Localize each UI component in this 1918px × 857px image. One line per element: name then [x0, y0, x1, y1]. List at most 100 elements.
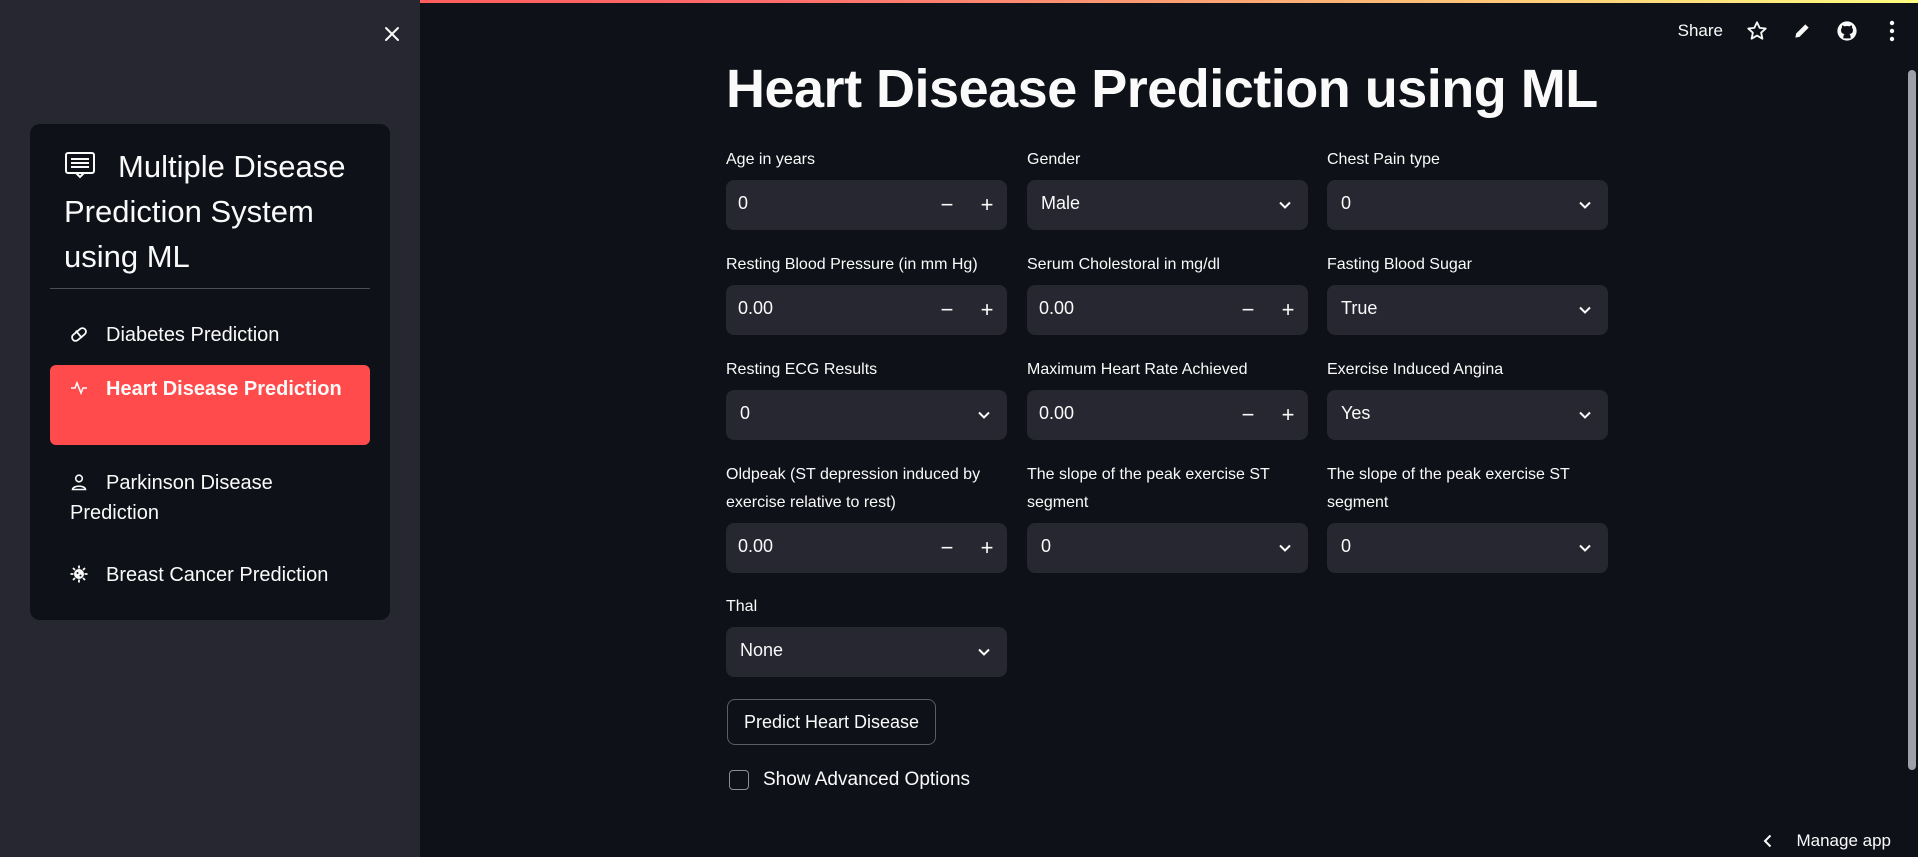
field-label: The slope of the peak exercise ST segmen… [1327, 466, 1570, 511]
field-label: Gender [1027, 151, 1081, 168]
scrollbar[interactable] [1908, 70, 1916, 770]
slope-field-2: The slope of the peak exercise ST segmen… [1327, 461, 1608, 573]
sidebar-item-diabetes[interactable]: Diabetes Prediction [50, 315, 370, 355]
chevron-down-icon [1579, 411, 1591, 419]
field-label: Age in years [726, 151, 815, 168]
menu-title: Multiple Disease Prediction System using… [64, 144, 364, 279]
chest-pain-select[interactable]: 0 [1327, 180, 1608, 230]
star-icon[interactable] [1745, 19, 1769, 43]
advanced-options-checkbox[interactable]: Show Advanced Options [729, 769, 970, 791]
field-label: Resting Blood Pressure (in mm Hg) [726, 256, 978, 273]
field-label: Thal [726, 598, 758, 615]
option-menu: Multiple Disease Prediction System using… [30, 124, 390, 620]
field-label: Maximum Heart Rate Achieved [1027, 361, 1248, 378]
select-value: 0 [1341, 536, 1352, 556]
oldpeak-field: Oldpeak (ST depression induced by exerci… [726, 461, 1007, 573]
field-label: Resting ECG Results [726, 361, 878, 378]
input-value[interactable]: 0.00 [738, 536, 773, 557]
decrement-button[interactable]: − [927, 523, 967, 573]
gender-field: Gender Male [1027, 146, 1308, 230]
select-value: Male [1041, 193, 1081, 213]
menu-title-text: Multiple Disease Prediction System using… [64, 149, 346, 274]
increment-button[interactable]: + [967, 180, 1007, 230]
manage-app-button[interactable]: Manage app [1760, 831, 1891, 851]
select-value: Yes [1341, 403, 1371, 423]
edit-pencil-icon[interactable] [1790, 19, 1814, 43]
gender-select[interactable]: Male [1027, 180, 1308, 230]
chevron-down-icon [1579, 544, 1591, 552]
page-title: Heart Disease Prediction using ML [726, 59, 1598, 119]
ecg-select[interactable]: 0 [726, 390, 1007, 440]
chevron-down-icon [978, 648, 990, 656]
field-label: The slope of the peak exercise ST segmen… [1027, 466, 1270, 511]
decrement-button[interactable]: − [927, 180, 967, 230]
chevron-down-icon [1279, 201, 1291, 209]
manage-app-label: Manage app [1796, 831, 1891, 850]
field-label: Chest Pain type [1327, 151, 1440, 168]
chest-pain-field: Chest Pain type 0 [1327, 146, 1608, 230]
decrement-button[interactable]: − [1228, 285, 1268, 335]
cholesterol-input[interactable]: 0.00 − + [1027, 285, 1308, 335]
menu-list-icon [64, 146, 96, 179]
thal-field: Thal None [726, 593, 1007, 677]
sidebar-item-label: Parkinson Disease Prediction [70, 472, 273, 524]
sidebar: Multiple Disease Prediction System using… [0, 0, 420, 857]
predict-button[interactable]: Predict Heart Disease [727, 699, 936, 745]
chevron-down-icon [1579, 306, 1591, 314]
menu-divider [50, 288, 370, 289]
sidebar-item-heart-disease[interactable]: Heart Disease Prediction [50, 365, 370, 445]
input-value[interactable]: 0 [738, 193, 748, 214]
input-value[interactable]: 0.00 [738, 298, 773, 319]
field-label: Serum Cholestoral in mg/dl [1027, 256, 1220, 273]
input-value[interactable]: 0.00 [1039, 403, 1074, 424]
more-vertical-icon[interactable] [1880, 19, 1904, 43]
person-icon [70, 470, 88, 491]
field-label: Fasting Blood Sugar [1327, 256, 1472, 273]
select-value: None [740, 640, 784, 660]
angina-field: Exercise Induced Angina Yes [1327, 356, 1608, 440]
github-icon[interactable] [1835, 19, 1859, 43]
cholesterol-field: Serum Cholestoral in mg/dl 0.00 − + [1027, 251, 1308, 335]
capsule-icon [70, 322, 88, 342]
resting-bp-field: Resting Blood Pressure (in mm Hg) 0.00 −… [726, 251, 1007, 335]
increment-button[interactable]: + [967, 285, 1007, 335]
ecg-field: Resting ECG Results 0 [726, 356, 1007, 440]
decrement-button[interactable]: − [1228, 390, 1268, 440]
input-value[interactable]: 0.00 [1039, 298, 1074, 319]
close-icon[interactable] [378, 20, 406, 48]
increment-button[interactable]: + [1268, 390, 1308, 440]
virus-icon [70, 562, 88, 583]
resting-bp-input[interactable]: 0.00 − + [726, 285, 1007, 335]
sidebar-item-parkinson[interactable]: Parkinson Disease Prediction [50, 465, 370, 535]
slope-field: The slope of the peak exercise ST segmen… [1027, 461, 1308, 573]
fasting-sugar-select[interactable]: True [1327, 285, 1608, 335]
slope-select-2[interactable]: 0 [1327, 523, 1608, 573]
age-input[interactable]: 0 − + [726, 180, 1007, 230]
chevron-down-icon [1579, 201, 1591, 209]
age-field: Age in years 0 − + [726, 146, 1007, 230]
sidebar-item-label: Heart Disease Prediction [106, 378, 342, 400]
share-button[interactable]: Share [1678, 21, 1723, 41]
oldpeak-input[interactable]: 0.00 − + [726, 523, 1007, 573]
select-value: True [1341, 298, 1378, 318]
max-heart-rate-input[interactable]: 0.00 − + [1027, 390, 1308, 440]
checkbox-box[interactable] [729, 770, 749, 790]
decrement-button[interactable]: − [927, 285, 967, 335]
thal-select[interactable]: None [726, 627, 1007, 677]
chevron-down-icon [1279, 544, 1291, 552]
select-value: 0 [1341, 193, 1352, 213]
sidebar-item-breast-cancer[interactable]: Breast Cancer Prediction [50, 555, 370, 595]
chevron-left-icon [1764, 834, 1772, 848]
select-value: 0 [740, 403, 751, 423]
app-toolbar: Share [1678, 14, 1918, 48]
chevron-down-icon [978, 411, 990, 419]
checkbox-label: Show Advanced Options [763, 769, 971, 790]
field-label: Exercise Induced Angina [1327, 361, 1504, 378]
field-label: Oldpeak (ST depression induced by exerci… [726, 466, 981, 511]
increment-button[interactable]: + [967, 523, 1007, 573]
angina-select[interactable]: Yes [1327, 390, 1608, 440]
slope-select[interactable]: 0 [1027, 523, 1308, 573]
activity-icon [70, 376, 88, 396]
fasting-sugar-field: Fasting Blood Sugar True [1327, 251, 1608, 335]
increment-button[interactable]: + [1268, 285, 1308, 335]
